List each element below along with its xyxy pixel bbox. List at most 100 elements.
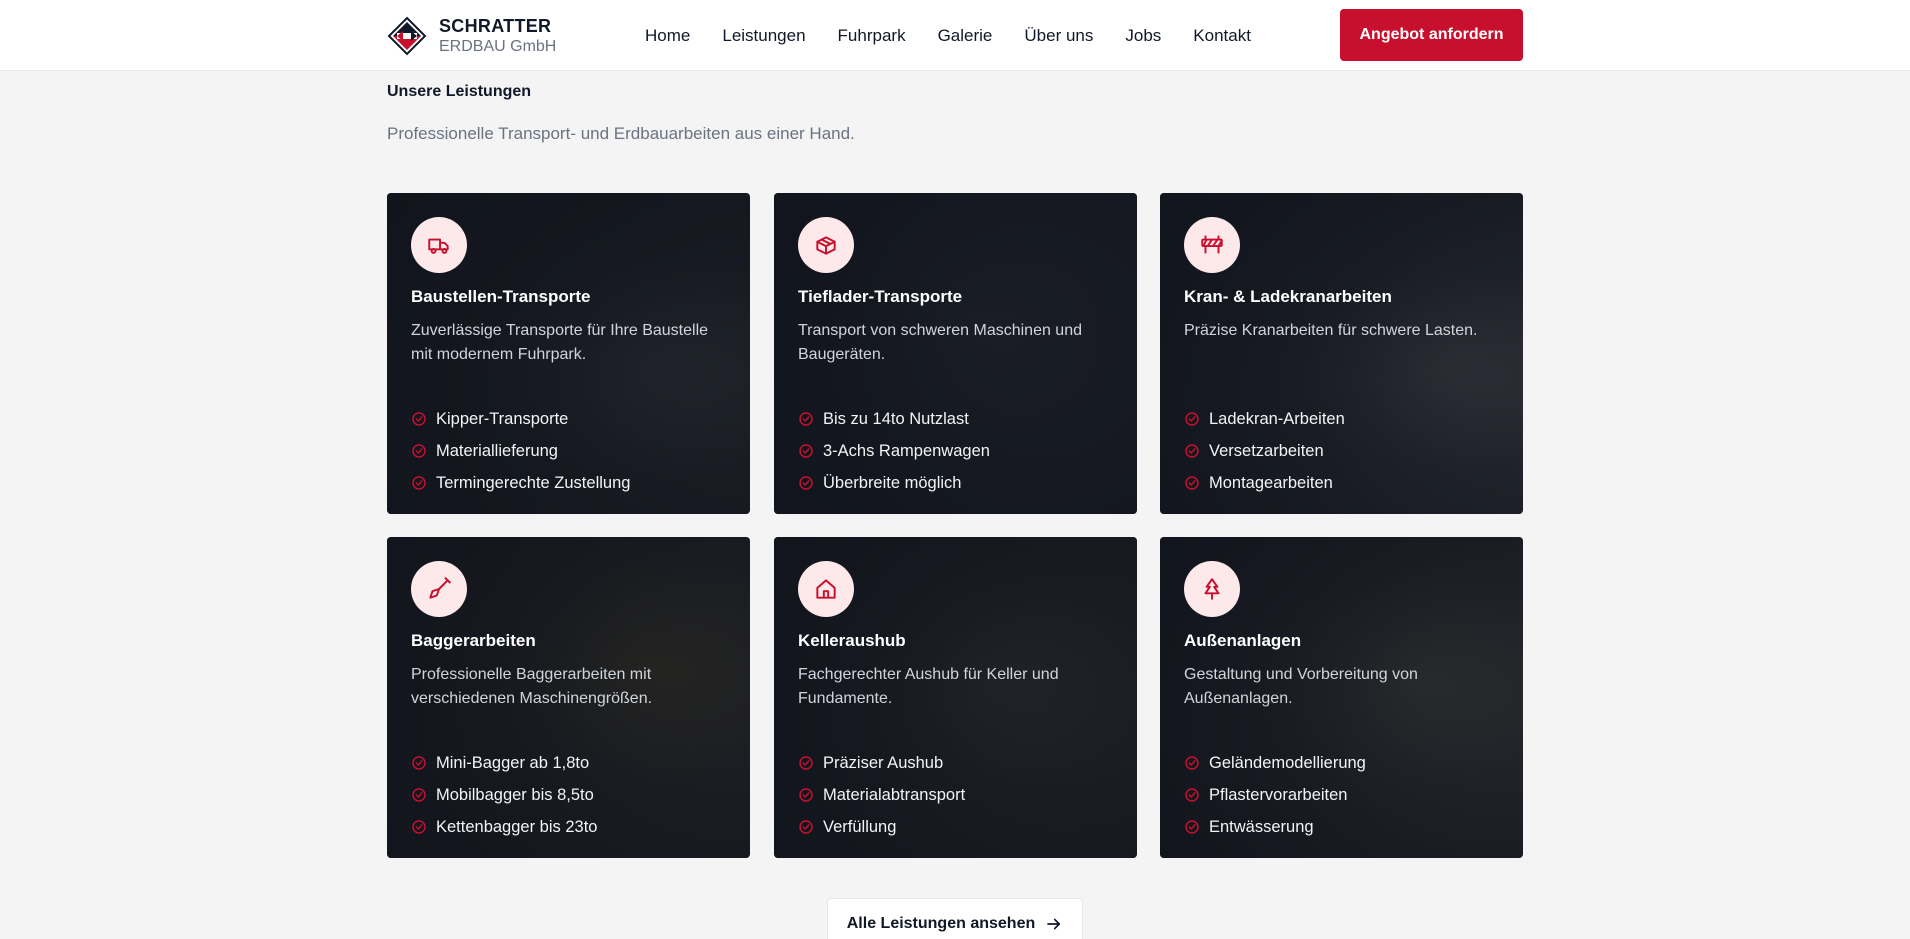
feature-label: Termingerechte Zustellung [436,473,631,492]
nav-home[interactable]: Home [645,26,690,46]
card-description: Professionelle Baggerarbeiten mit versch… [411,666,653,707]
nav-galerie[interactable]: Galerie [938,26,993,46]
service-card[interactable]: Außenanlagen Gestaltung und Vorbereitung … [1160,537,1523,858]
service-card[interactable]: Kran- & Ladekranarbeiten Präzise Kranarbe… [1160,193,1523,514]
house-icon [816,579,836,599]
feature-label: Entwässerung [1209,817,1314,836]
service-card[interactable]: Baustellen-Transporte Zuverlässige Transp… [387,193,750,514]
feature-label: Bis zu 14to Nutzlast [823,409,969,428]
check-circle-icon [799,412,813,426]
nav-fuhrpark[interactable]: Fuhrpark [838,26,906,46]
service-card[interactable]: Tieflader-Transporte Transport von schwer… [774,193,1137,514]
container-icon [816,236,836,255]
feature-item: Geländemodellierung [1184,747,1499,779]
card-feature-list: Mini-Bagger ab 1,8to Mobilbagger bis 8,5t… [411,747,726,843]
feature-item: Ladekran-Arbeiten [1184,403,1499,435]
nav-kontakt[interactable]: Kontakt [1193,26,1251,46]
card-title: Baggerarbeiten [411,631,536,650]
card-content: Baggerarbeiten Professionelle Baggerarbei… [387,537,750,858]
feature-item: Überbreite möglich [798,467,1113,499]
card-title: Außenanlagen [1184,631,1302,650]
check-circle-icon [799,788,813,802]
construction-barrier-icon [1201,235,1223,254]
brand-subtitle: ERDBAU GmbH [439,38,557,56]
nav-leistungen[interactable]: Leistungen [722,26,805,46]
service-card[interactable]: Kelleraushub Fachgerechter Aushub für Kel… [774,537,1137,858]
check-circle-icon [412,756,426,770]
feature-item: Verfüllung [798,811,1113,843]
request-quote-button[interactable]: Angebot anfordern [1340,9,1523,61]
feature-item: 3-Achs Rampenwagen [798,435,1113,467]
nav-jobs[interactable]: Jobs [1125,26,1161,46]
feature-label: Pflastervorarbeiten [1209,785,1348,804]
feature-item: Versetzarbeiten [1184,435,1499,467]
card-feature-list: Ladekran-Arbeiten Versetzarbeiten Montagea… [1184,403,1499,499]
feature-item: Pflastervorarbeiten [1184,779,1499,811]
check-circle-icon [1185,820,1199,834]
feature-label: Mini-Bagger ab 1,8to [436,753,590,772]
card-icon-circle [411,561,467,617]
card-description: Zuverlässige Transporte für Ihre Baustel… [411,322,709,363]
check-circle-icon [1185,412,1199,426]
nav-ueber-uns[interactable]: Über uns [1024,26,1093,46]
card-description: Präzise Kranarbeiten für schwere Lasten. [1184,322,1478,339]
card-title: Baustellen-Transporte [411,287,591,306]
logo-mark-icon [387,16,427,56]
feature-item: Kettenbagger bis 23to [411,811,726,843]
feature-label: Ladekran-Arbeiten [1209,409,1345,428]
card-content: Kran- & Ladekranarbeiten Präzise Kranarbe… [1160,193,1523,514]
card-description: Fachgerechter Aushub für Keller und Fund… [798,666,1059,707]
check-circle-icon [799,820,813,834]
card-content: Kelleraushub Fachgerechter Aushub für Kel… [774,537,1137,858]
brand-name: SCHRATTER [439,15,552,36]
card-title: Tieflader-Transporte [798,287,963,306]
card-icon-circle [1184,561,1240,617]
brand-logo[interactable]: SCHRATTER ERDBAU GmbH [387,12,556,60]
card-feature-list: Bis zu 14to Nutzlast 3-Achs Rampenwagen Üb… [798,403,1113,499]
feature-item: Entwässerung [1184,811,1499,843]
card-title: Kelleraushub [798,631,906,650]
truck-icon [428,238,449,254]
card-content: Tieflader-Transporte Transport von schwer… [774,193,1137,514]
card-icon-circle [798,561,854,617]
main-nav: Home Leistungen Fuhrpark Galerie Über un… [645,0,1283,71]
check-circle-icon [1185,444,1199,458]
card-content: Außenanlagen Gestaltung und Vorbereitung … [1160,537,1523,858]
feature-label: Versetzarbeiten [1209,441,1324,460]
all-services-button[interactable]: Alle Leistungen ansehen [827,898,1083,939]
card-icon-circle [1184,217,1240,273]
feature-label: Mobilbagger bis 8,5to [436,785,594,804]
feature-label: Präziser Aushub [823,753,944,772]
check-circle-icon [412,820,426,834]
feature-item: Kipper-Transporte [411,403,726,435]
arrow-right-icon [1047,918,1061,930]
feature-item: Termingerechte Zustellung [411,467,726,499]
card-title: Kran- & Ladekranarbeiten [1184,287,1392,306]
check-circle-icon [1185,756,1199,770]
feature-item: Bis zu 14to Nutzlast [798,403,1113,435]
feature-label: Geländemodellierung [1209,753,1366,772]
feature-label: Kipper-Transporte [436,409,569,428]
check-circle-icon [1185,476,1199,490]
feature-label: Überbreite möglich [823,473,962,492]
feature-item: Materiallieferung [411,435,726,467]
feature-item: Montagearbeiten [1184,467,1499,499]
section-subtitle: Professionelle Transport- und Erdbauarbe… [387,124,855,143]
site-header: SCHRATTER ERDBAU GmbH Home Leistungen Fu… [0,0,1910,71]
feature-item: Mobilbagger bis 8,5to [411,779,726,811]
card-feature-list: Kipper-Transporte Materiallieferung Termin… [411,403,726,499]
card-icon-circle [798,217,854,273]
all-services-label: Alle Leistungen ansehen [846,915,1036,932]
check-circle-icon [1185,788,1199,802]
feature-item: Mini-Bagger ab 1,8to [411,747,726,779]
feature-label: Montagearbeiten [1209,473,1333,492]
check-circle-icon [412,412,426,426]
service-card[interactable]: Baggerarbeiten Professionelle Baggerarbei… [387,537,750,858]
section-title: Unsere Leistungen [387,83,532,100]
card-feature-list: Präziser Aushub Materialabtransport Verfül… [798,747,1113,843]
tree-icon [1204,578,1220,600]
check-circle-icon [799,444,813,458]
check-circle-icon [412,444,426,458]
card-description: Gestaltung und Vorbereitung von Außenanl… [1184,666,1418,707]
feature-label: 3-Achs Rampenwagen [823,441,990,460]
